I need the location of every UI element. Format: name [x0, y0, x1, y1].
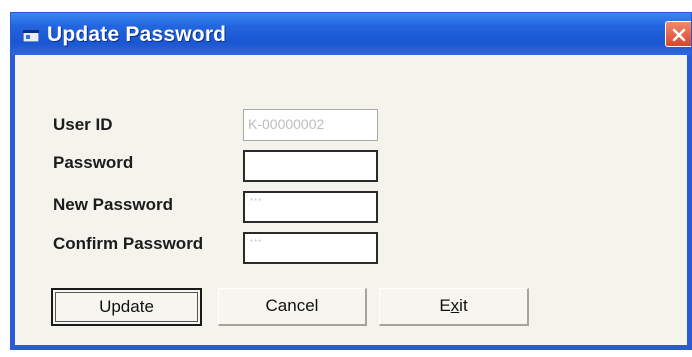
- confirm-password-label: Confirm Password: [53, 234, 204, 253]
- user-id-field: K-00000002: [243, 109, 378, 141]
- exit-button-label: Exit: [439, 296, 468, 315]
- update-password-dialog: Update Password User ID K-00000002 Passw…: [10, 12, 692, 350]
- close-button[interactable]: [665, 21, 691, 47]
- user-id-label: User ID: [53, 115, 113, 134]
- window-frame-right: [687, 55, 691, 349]
- cancel-button[interactable]: Cancel: [218, 288, 367, 326]
- app-window-icon: [23, 30, 39, 42]
- confirm-password-field[interactable]: ***: [243, 232, 378, 264]
- exit-button[interactable]: Exit: [379, 288, 529, 326]
- new-password-field[interactable]: ***: [243, 191, 378, 223]
- title-bar[interactable]: Update Password: [11, 13, 691, 55]
- password-label: Password: [53, 153, 134, 172]
- window-frame-bottom: [11, 345, 691, 349]
- password-field[interactable]: [243, 150, 378, 182]
- cancel-button-label: Cancel: [265, 296, 319, 315]
- window-title: Update Password: [47, 23, 227, 46]
- close-icon: [672, 28, 686, 42]
- update-button[interactable]: Update: [51, 288, 202, 326]
- new-password-label: New Password: [53, 195, 173, 214]
- update-button-label: Update: [99, 297, 154, 316]
- window-frame-left: [11, 55, 15, 349]
